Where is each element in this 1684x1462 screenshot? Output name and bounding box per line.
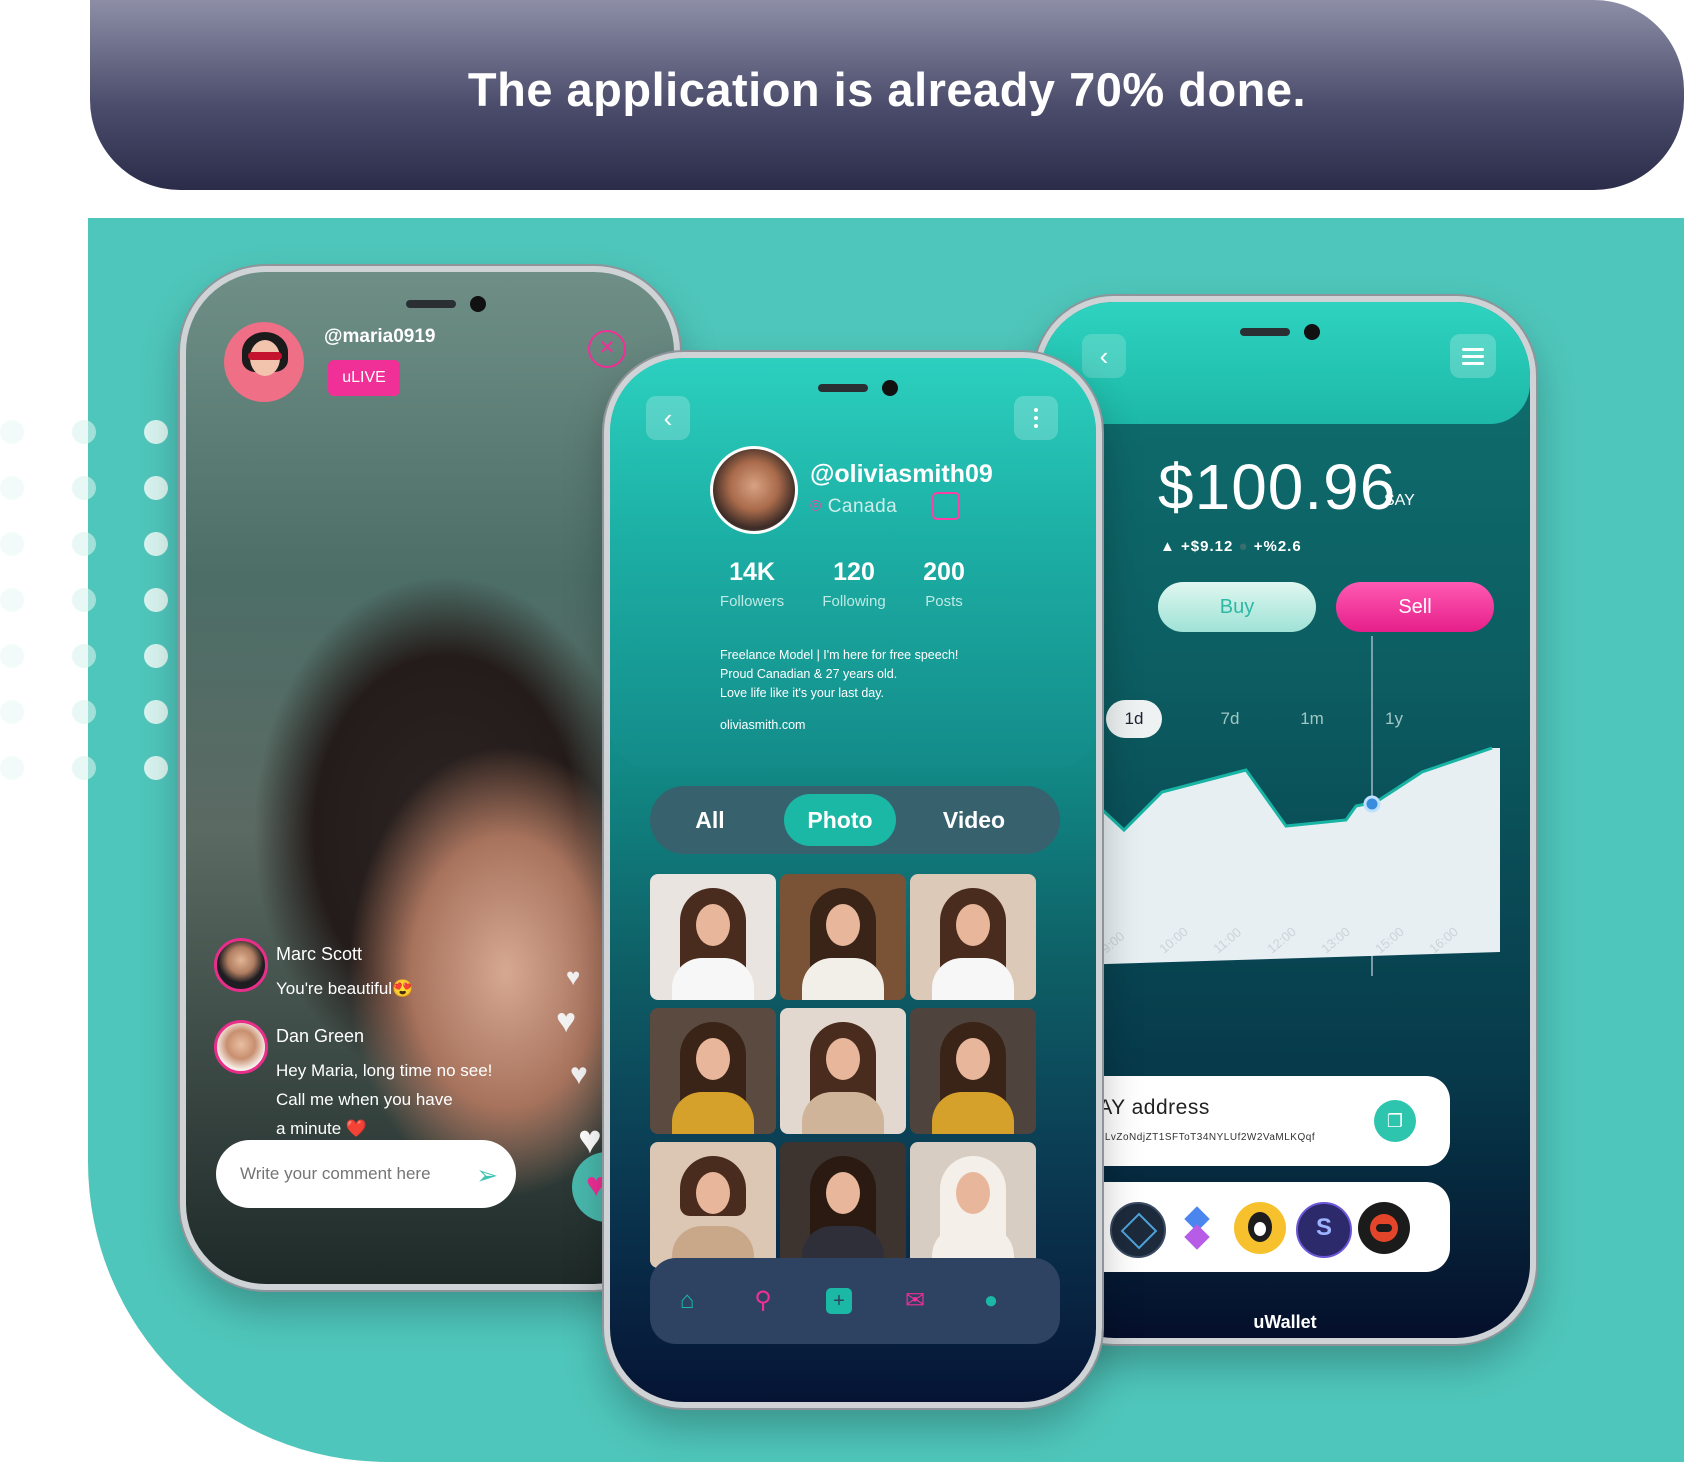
photo-thumbnail[interactable] <box>780 1008 906 1134</box>
location-text: Canada <box>827 496 898 517</box>
photo-thumbnail[interactable] <box>780 1142 906 1268</box>
comment-text: You're beautiful😍 <box>276 979 414 998</box>
stat-value: 200 <box>923 558 965 586</box>
comment-text: Call me when you have <box>276 1090 453 1109</box>
comment-text: Hey Maria, long time no see! <box>276 1061 493 1080</box>
floating-heart-icon: ♥ <box>566 964 581 991</box>
change-amount: +$9.12 <box>1181 538 1234 555</box>
s-token-icon[interactable]: S <box>1296 1202 1352 1258</box>
search-icon[interactable]: ⚲ <box>750 1288 776 1314</box>
stat-label: Followers <box>719 593 785 610</box>
commenter-avatar[interactable] <box>214 1020 268 1074</box>
home-icon[interactable]: ⌂ <box>674 1288 700 1314</box>
bio-line: Love life like it's your last day. <box>720 686 885 700</box>
price-chart: 9:00 10:00 11:00 12:00 13:00 15:00 16:00 <box>1040 636 1500 976</box>
location-pin-icon: ⌾ <box>810 496 822 517</box>
change-percent: +%2.6 <box>1253 538 1302 555</box>
media-tabs: All Photo Video <box>650 786 1060 854</box>
commenter-name: Marc Scott <box>276 944 363 964</box>
chevron-left-icon: ‹ <box>663 403 673 433</box>
decorative-dots <box>0 410 170 780</box>
stat-label: Posts <box>925 593 963 610</box>
phone-speaker <box>1240 328 1290 336</box>
bio-line: Freelance Model | I'm here for free spee… <box>720 648 959 662</box>
tab-photo[interactable]: Photo <box>784 794 896 846</box>
commenter-name: Dan Green <box>276 1026 365 1046</box>
streamer-avatar[interactable] <box>224 322 304 402</box>
phone-camera <box>1304 324 1320 340</box>
photo-thumbnail[interactable] <box>650 1142 776 1268</box>
phone-camera <box>882 380 898 396</box>
comment-field[interactable]: ➢ <box>216 1140 516 1208</box>
streamer-username[interactable]: @maria0919 <box>324 326 436 348</box>
tab-video[interactable]: Video <box>924 794 1024 846</box>
floating-heart-icon: ♥ <box>556 1002 577 1040</box>
tab-all[interactable]: All <box>670 794 750 846</box>
copy-icon[interactable]: ❐ <box>1374 1100 1416 1142</box>
edit-icon[interactable] <box>932 492 960 520</box>
bottom-navigation: ⌂ ⚲ + ✉ ● <box>650 1258 1060 1344</box>
live-badge: uLIVE <box>328 360 400 396</box>
coin-unit: SAY <box>1384 492 1415 509</box>
sell-button[interactable]: Sell <box>1336 582 1494 632</box>
stat-posts[interactable]: 200 Posts <box>894 558 994 610</box>
back-button[interactable]: ‹ <box>646 396 690 440</box>
photo-thumbnail[interactable] <box>910 1008 1036 1134</box>
photo-thumbnail[interactable] <box>650 1008 776 1134</box>
comment-input[interactable] <box>238 1158 462 1190</box>
profile-bio: Freelance Model | I'm here for free spee… <box>720 646 958 703</box>
stat-followers[interactable]: 14K Followers <box>702 558 802 610</box>
stat-label: Following <box>822 593 886 610</box>
profile-avatar[interactable] <box>710 446 798 534</box>
price-change: ▲ +$9.12 ● +%2.6 <box>1160 538 1302 555</box>
photo-thumbnail[interactable] <box>780 874 906 1000</box>
profile-location: ⌾ Canada <box>810 496 897 518</box>
diamond-token-icon[interactable] <box>1172 1202 1224 1254</box>
profile-phone: ‹ @oliviasmith09 ⌾ Canada 14K Followers … <box>604 352 1102 1408</box>
stat-following[interactable]: 120 Following <box>804 558 904 610</box>
photo-thumbnail[interactable] <box>650 874 776 1000</box>
bio-line: Proud Canadian & 27 years old. <box>720 667 898 681</box>
commenter-avatar[interactable] <box>214 938 268 992</box>
stat-value: 14K <box>729 558 775 586</box>
phone-speaker <box>406 300 456 308</box>
profile-username: @oliviasmith09 <box>810 460 993 488</box>
chevron-left-icon: ‹ <box>1099 341 1109 371</box>
phone-camera <box>470 296 486 312</box>
wallet-phone: ‹ S $100.96 SAY ▲ +$9.12 ● +%2.6 Buy Sel… <box>1034 296 1536 1344</box>
chat-icon[interactable]: ✉ <box>902 1288 928 1314</box>
photo-thumbnail[interactable] <box>910 874 1036 1000</box>
penguin-token-icon[interactable] <box>1234 1202 1286 1254</box>
arrow-up-icon: ▲ <box>1160 538 1176 555</box>
profile-website[interactable]: oliviasmith.com <box>720 718 805 732</box>
top-banner: The application is already 70% done. <box>90 0 1684 190</box>
photo-thumbnail[interactable] <box>910 1142 1036 1268</box>
app-name: uWallet <box>1253 1312 1317 1332</box>
floating-heart-icon: ♥ <box>570 1058 588 1091</box>
coin-price: $100.96 <box>1158 451 1397 523</box>
chart-area <box>1040 748 1500 966</box>
comment-text: a minute ❤️ <box>276 1119 368 1138</box>
user-icon[interactable]: ● <box>978 1288 1004 1314</box>
menu-button[interactable] <box>1450 334 1496 378</box>
stat-value: 120 <box>833 558 875 586</box>
phone-speaker <box>818 384 868 392</box>
buy-button[interactable]: Buy <box>1158 582 1316 632</box>
more-options-button[interactable] <box>1014 396 1058 440</box>
add-icon[interactable]: + <box>826 1288 852 1314</box>
gorilla-token-icon[interactable] <box>1358 1202 1410 1254</box>
banner-title: The application is already 70% done. <box>467 63 1307 116</box>
send-icon[interactable]: ➢ <box>476 1160 498 1191</box>
chart-cursor-point <box>1363 795 1381 813</box>
cube-token-icon[interactable] <box>1110 1202 1166 1258</box>
